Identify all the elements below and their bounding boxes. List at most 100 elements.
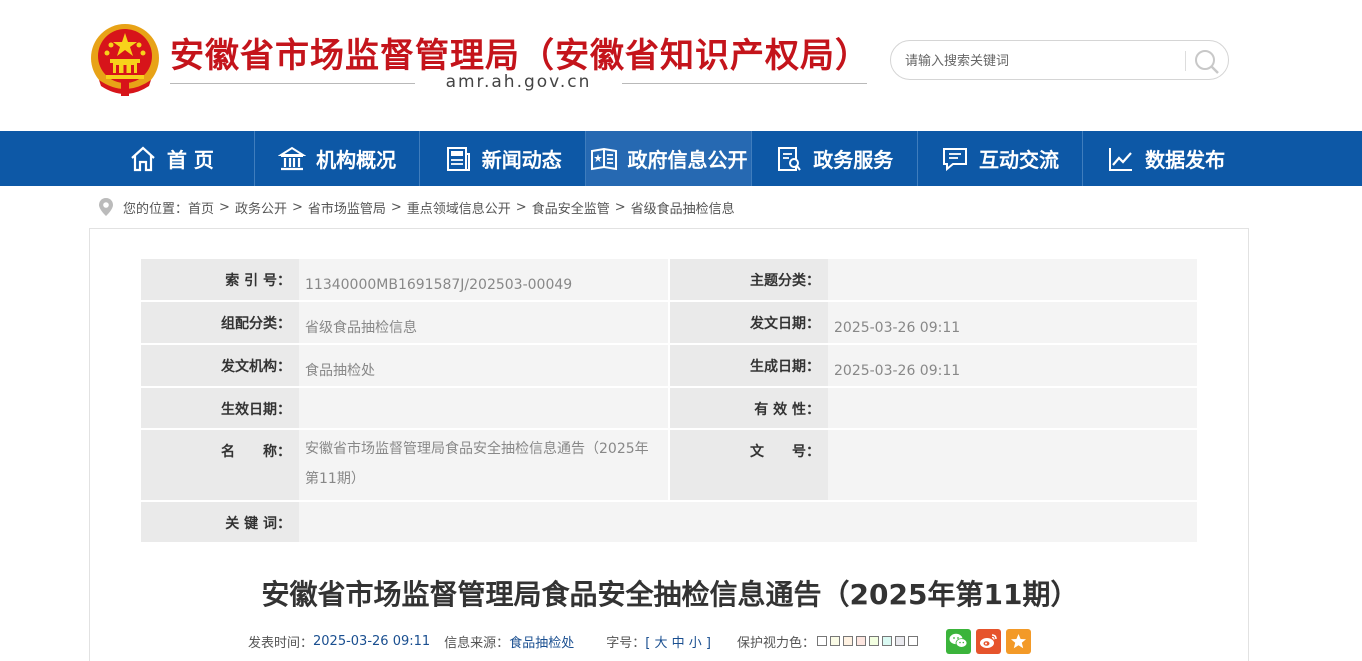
meta-keywords [299, 502, 1199, 544]
nav-item-interaction[interactable]: 互动交流 [918, 131, 1084, 186]
weibo-icon [980, 634, 997, 648]
chart-icon [1109, 147, 1133, 171]
eye-care-swatch[interactable] [856, 636, 866, 646]
search-button[interactable] [1193, 48, 1221, 74]
font-size-label: 字号： [606, 635, 646, 651]
eye-care-swatch[interactable] [869, 636, 879, 646]
breadcrumb-item[interactable]: 首页 [188, 198, 214, 217]
nav-label: 互动交流 [978, 148, 1059, 172]
meta-doc-no [828, 430, 1199, 502]
nav-label: 新闻动态 [481, 148, 562, 172]
font-size-options: [ 大 中 小 ] [645, 632, 711, 651]
meta-label: 生成日期： [670, 345, 828, 388]
divider [622, 83, 867, 84]
meta-group: 省级食品抽检信息 [299, 302, 670, 345]
nav-item-service[interactable]: 政务服务 [752, 131, 918, 186]
open-info-icon [590, 147, 617, 170]
share-weibo-button[interactable] [976, 628, 1001, 654]
favorite-icon [1011, 633, 1026, 648]
main-nav: 首 页 机构概况 新闻动态 政府信息公开 政务服务 互动交流 数据发布 [0, 131, 1362, 186]
article-title: 安徽省市场监督管理局食品安全抽检信息通告（2025年第11期） [261, 578, 1079, 611]
breadcrumb-item[interactable]: 政务公开 [235, 198, 287, 217]
meta-validity [828, 388, 1199, 430]
search-icon [1195, 50, 1219, 74]
content-panel: 索 引 号： 11340000MB1691587J/202503-00049 主… [89, 228, 1249, 661]
nav-label: 数据发布 [1145, 148, 1226, 172]
meta-label: 发文日期： [670, 302, 828, 345]
article-info-bar: 发表时间： 2025-03-26 09:11 信息来源： 食品抽检处 字号： [… [248, 628, 1031, 654]
breadcrumb-prefix: 您的位置： [123, 201, 189, 217]
institution-icon [278, 146, 307, 170]
meta-label: 索 引 号： [141, 259, 299, 302]
domain-line: amr.ah.gov.cn [170, 72, 867, 96]
breadcrumb-item[interactable]: 省级食品抽检信息 [631, 198, 735, 217]
bracket-close: ] [705, 635, 711, 651]
published-time: 2025-03-26 09:11 [313, 633, 431, 649]
breadcrumb-item[interactable]: 食品安全监管 [532, 198, 610, 217]
meta-label: 有 效 性： [670, 388, 828, 430]
meta-effective-date [299, 388, 670, 430]
search-box [890, 40, 1229, 80]
eye-care-swatch[interactable] [843, 636, 853, 646]
nav-item-open-info[interactable]: 政府信息公开 [586, 131, 752, 186]
service-icon [778, 146, 802, 171]
site-domain: amr.ah.gov.cn [445, 72, 592, 92]
meta-label: 主题分类： [670, 259, 828, 302]
wechat-icon [949, 633, 968, 648]
breadcrumb: 您的位置： 首页 > 政务公开 > 省市场监管局 > 重点领域信息公开 > 食品… [97, 197, 735, 217]
nav-item-data[interactable]: 数据发布 [1083, 131, 1249, 186]
eye-care-swatch[interactable] [882, 636, 892, 646]
nav-label: 政府信息公开 [627, 148, 748, 172]
published-label: 发表时间： [248, 635, 314, 651]
meta-label: 生效日期： [141, 388, 299, 430]
eye-care-swatch[interactable] [817, 636, 827, 646]
location-pin-icon [99, 198, 113, 216]
document-meta-table: 索 引 号： 11340000MB1691587J/202503-00049 主… [141, 259, 1199, 544]
meta-publish-date: 2025-03-26 09:11 [828, 302, 1199, 345]
divider [1185, 51, 1186, 71]
font-medium-button[interactable]: 中 [672, 636, 685, 651]
source-value: 食品抽检处 [509, 635, 575, 651]
site-header: 安徽省市场监督管理局（安徽省知识产权局） amr.ah.gov.cn [0, 0, 1362, 131]
breadcrumb-item[interactable]: 重点领域信息公开 [407, 198, 511, 217]
nav-item-news[interactable]: 新闻动态 [420, 131, 587, 186]
chat-icon [942, 147, 967, 171]
share-wechat-button[interactable] [946, 628, 971, 654]
nav-label: 政务服务 [813, 148, 894, 172]
eye-care-swatches [817, 636, 918, 646]
nav-label: 机构概况 [316, 148, 397, 172]
font-small-button[interactable]: 小 [689, 636, 702, 651]
share-buttons [946, 628, 1031, 654]
meta-created-date: 2025-03-26 09:11 [828, 345, 1199, 388]
meta-topic [828, 259, 1199, 302]
meta-label: 组配分类： [141, 302, 299, 345]
source-label: 信息来源： [444, 635, 510, 651]
meta-label: 名 称： [141, 430, 299, 502]
meta-label: 文 号： [670, 430, 828, 502]
site-title[interactable]: 安徽省市场监督管理局（安徽省知识产权局） [170, 28, 870, 77]
breadcrumb-separator: > [390, 199, 402, 215]
news-icon [446, 146, 470, 171]
search-input[interactable] [905, 50, 1175, 72]
meta-index-no: 11340000MB1691587J/202503-00049 [299, 259, 670, 302]
share-favorite-button[interactable] [1006, 628, 1031, 654]
breadcrumb-separator: > [614, 199, 626, 215]
eye-care-swatch[interactable] [830, 636, 840, 646]
meta-label: 发文机构： [141, 345, 299, 388]
meta-name: 安徽省市场监督管理局食品安全抽检信息通告（2025年第11期） [299, 430, 670, 502]
nav-item-institution[interactable]: 机构概况 [255, 131, 421, 186]
nav-label: 首 页 [166, 148, 214, 172]
bracket-open: [ [645, 635, 651, 651]
meta-issuer: 食品抽检处 [299, 345, 670, 388]
eye-care-swatch[interactable] [895, 636, 905, 646]
font-large-button[interactable]: 大 [654, 636, 667, 651]
breadcrumb-separator: > [515, 199, 527, 215]
eye-care-label: 保护视力色： [736, 635, 815, 651]
home-icon [131, 146, 155, 171]
breadcrumb-separator: > [219, 199, 230, 215]
breadcrumb-item[interactable]: 省市场监管局 [308, 198, 386, 217]
meta-label: 关 键 词： [141, 502, 299, 544]
nav-item-home[interactable]: 首 页 [89, 131, 255, 186]
breadcrumb-separator: > [291, 199, 303, 215]
eye-care-swatch[interactable] [908, 636, 918, 646]
